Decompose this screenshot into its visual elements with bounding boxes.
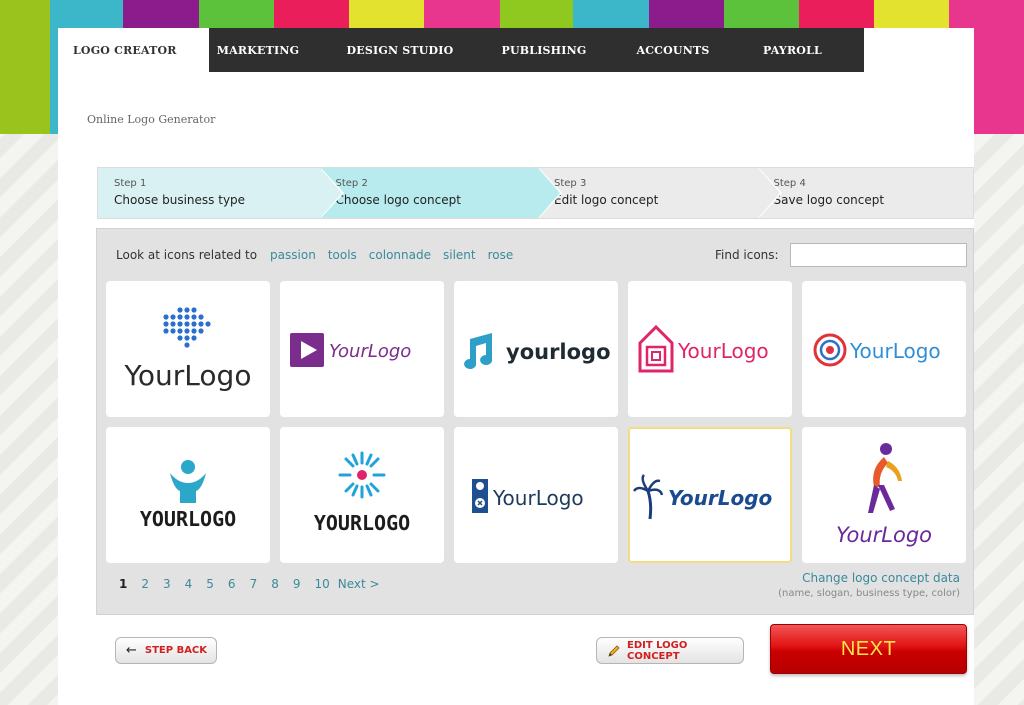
spiral-circle-icon: YourLogo	[813, 333, 941, 367]
page-link-current[interactable]: 1	[119, 577, 127, 591]
tab-publishing[interactable]: PUBLISHING	[493, 28, 595, 72]
logo-tile[interactable]: YourLogo	[802, 281, 966, 417]
step-label: Choose business type	[114, 193, 246, 207]
change-concept-data: Change logo concept data (name, slogan, …	[778, 571, 960, 599]
arrow-left-icon: ←	[126, 643, 137, 658]
edit-logo-concept-button[interactable]: EDIT LOGO CONCEPT	[596, 637, 744, 664]
logo-tile[interactable]: YourLogo	[628, 281, 792, 417]
step-label: Save logo concept	[773, 193, 885, 207]
logo-tile[interactable]: YOURLOGO	[280, 427, 444, 563]
step-label: Edit logo concept	[554, 193, 659, 207]
logo-gallery: Look at icons related to passion tools c…	[96, 228, 974, 615]
page-link[interactable]: 5	[206, 577, 214, 591]
logo-text: YOURLOGO	[140, 507, 236, 531]
logo-text: YourLogo	[668, 486, 773, 510]
logo-tile[interactable]: yourlogo	[454, 281, 618, 417]
music-note-icon: yourlogo	[464, 333, 611, 369]
tab-marketing[interactable]: MARKETING	[209, 28, 307, 72]
logo-tile[interactable]: YourLogo	[454, 427, 618, 563]
keyword-link[interactable]: colonnade	[369, 248, 431, 262]
keyword-link[interactable]: silent	[443, 248, 476, 262]
wizard-steps: Step 1 Choose business type Step 2 Choos…	[97, 167, 974, 219]
next-button[interactable]: NEXT	[770, 624, 967, 674]
logo-tile[interactable]: YOURLOGO	[106, 427, 270, 563]
page-link[interactable]: 6	[228, 577, 236, 591]
stretching-figure-icon: YourLogo	[836, 443, 932, 547]
page-link[interactable]: 9	[293, 577, 301, 591]
related-keywords: Look at icons related to passion tools c…	[116, 248, 525, 262]
top-navigation: LOGO CREATOR MARKETING DESIGN STUDIO PUB…	[58, 28, 864, 72]
play-square-icon: YourLogo	[290, 333, 411, 367]
keyword-link[interactable]: tools	[328, 248, 357, 262]
tab-design-studio[interactable]: DESIGN STUDIO	[307, 28, 493, 72]
step-number: Step 1	[114, 178, 147, 189]
sunburst-icon: YOURLOGO	[314, 451, 410, 535]
step-number: Step 4	[773, 178, 806, 189]
step-number: Step 2	[335, 178, 368, 189]
edit-logo-concept-label: EDIT LOGO CONCEPT	[627, 639, 688, 662]
main-panel: LOGO CREATOR MARKETING DESIGN STUDIO PUB…	[58, 28, 974, 705]
logo-text: YourLogo	[849, 339, 941, 363]
next-label: NEXT	[840, 637, 897, 660]
page-link[interactable]: 8	[271, 577, 279, 591]
logo-text: YOURLOGO	[314, 511, 410, 535]
logo-text: YourLogo	[124, 359, 252, 392]
change-logo-data-hint: (name, slogan, business type, color)	[778, 588, 960, 599]
page-link[interactable]: 4	[185, 577, 193, 591]
find-icons-label: Find icons:	[715, 248, 779, 262]
tab-payroll[interactable]: PAYROLL	[751, 28, 834, 72]
logo-text: yourlogo	[506, 340, 611, 364]
page-link[interactable]: 3	[163, 577, 171, 591]
related-lead-text: Look at icons related to	[116, 248, 258, 262]
page-link[interactable]: 2	[141, 577, 149, 591]
step-number: Step 3	[554, 178, 587, 189]
logo-text: YourLogo	[329, 341, 411, 362]
logo-tile[interactable]: YourLogo	[106, 281, 270, 417]
tab-logo-creator[interactable]: LOGO CREATOR	[58, 28, 209, 72]
door-hanger-icon: YourLogo	[472, 479, 584, 513]
logo-text: YourLogo	[836, 523, 932, 547]
step-2[interactable]: Step 2 Choose logo concept	[319, 168, 562, 218]
keyword-link[interactable]: passion	[270, 248, 316, 262]
logo-tile[interactable]: YourLogo	[280, 281, 444, 417]
keyword-link[interactable]: rose	[488, 248, 514, 262]
page-link[interactable]: 7	[250, 577, 258, 591]
pencil-icon	[607, 644, 621, 658]
logo-text: YourLogo	[677, 339, 769, 363]
logo-tile-selected[interactable]: YourLogo	[628, 427, 792, 563]
next-page-link[interactable]: Next >	[338, 577, 380, 591]
palm-tree-icon: YourLogo	[632, 474, 773, 520]
logo-text: YourLogo	[492, 486, 584, 510]
logo-tile[interactable]: YourLogo	[802, 427, 966, 563]
step-1[interactable]: Step 1 Choose business type	[98, 168, 344, 218]
change-logo-data-link[interactable]: Change logo concept data	[778, 571, 960, 585]
find-icons-input[interactable]	[790, 243, 967, 267]
step-label: Choose logo concept	[335, 193, 461, 207]
step-3[interactable]: Step 3 Edit logo concept	[538, 168, 782, 218]
person-arms-up-icon: YOURLOGO	[140, 460, 236, 531]
color-stripe	[0, 0, 50, 134]
step-back-label: STEP BACK	[144, 645, 208, 656]
step-back-button[interactable]: ← STEP BACK	[115, 637, 217, 664]
page-subtitle: Online Logo Generator	[87, 113, 216, 126]
page-link[interactable]: 10	[314, 577, 329, 591]
step-4[interactable]: Step 4 Save logo concept	[757, 168, 973, 218]
tab-accounts[interactable]: ACCOUNTS	[595, 28, 751, 72]
maze-house-icon: YourLogo	[638, 324, 769, 373]
pagination: 1 2 3 4 5 6 7 8 9 10 Next >	[119, 577, 380, 591]
dotted-arrow-icon: YourLogo	[124, 307, 252, 392]
